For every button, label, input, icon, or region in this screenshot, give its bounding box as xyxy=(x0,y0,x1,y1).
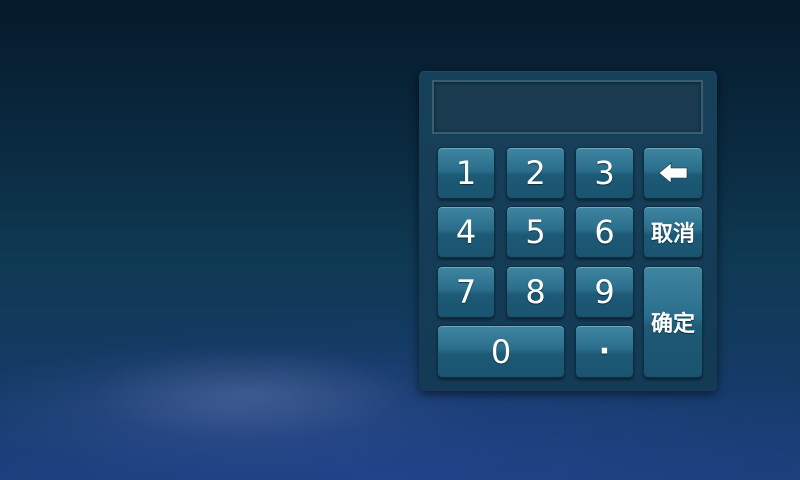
key-0-label: 0 xyxy=(490,332,512,371)
screen: 1 2 3 4 5 6 取消 7 8 9 确定 0 · xyxy=(0,0,800,480)
key-1-label: 1 xyxy=(455,154,477,192)
key-9-label: 9 xyxy=(594,273,615,311)
key-7-label: 7 xyxy=(455,273,477,311)
key-4-button[interactable]: 4 xyxy=(437,206,495,258)
cancel-label: 取消 xyxy=(650,222,695,247)
backspace-button[interactable] xyxy=(643,147,703,199)
key-9-button[interactable]: 9 xyxy=(575,266,634,318)
numeric-keypad-panel: 1 2 3 4 5 6 取消 7 8 9 确定 0 · xyxy=(419,71,717,391)
confirm-label: 确定 xyxy=(650,312,695,337)
key-6-button[interactable]: 6 xyxy=(575,206,634,258)
cancel-button[interactable]: 取消 xyxy=(643,206,703,258)
key-8-label: 8 xyxy=(525,273,546,311)
key-8-button[interactable]: 8 xyxy=(506,266,565,318)
confirm-button[interactable]: 确定 xyxy=(643,266,703,378)
key-7-button[interactable]: 7 xyxy=(437,266,495,318)
key-6-label: 6 xyxy=(594,213,615,251)
key-0-button[interactable]: 0 xyxy=(437,325,565,378)
key-5-button[interactable]: 5 xyxy=(506,206,565,258)
keypad-display-field[interactable] xyxy=(432,80,703,134)
decimal-point-label: · xyxy=(598,334,611,369)
backspace-arrow-icon xyxy=(658,162,688,184)
key-4-label: 4 xyxy=(455,213,477,251)
key-3-button[interactable]: 3 xyxy=(575,147,634,199)
key-3-label: 3 xyxy=(594,154,615,192)
key-5-label: 5 xyxy=(525,213,546,251)
key-2-label: 2 xyxy=(525,154,546,192)
key-2-button[interactable]: 2 xyxy=(506,147,565,199)
key-1-button[interactable]: 1 xyxy=(437,147,495,199)
decimal-point-button[interactable]: · xyxy=(575,325,634,378)
